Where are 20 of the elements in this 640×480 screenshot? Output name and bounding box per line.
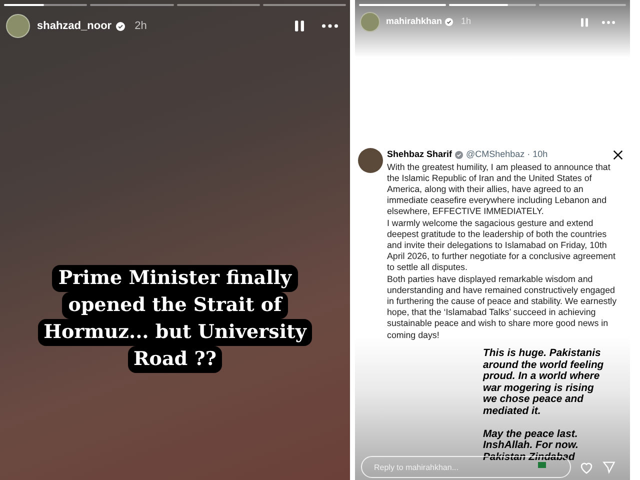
tweet-avatar	[358, 148, 383, 173]
caption-line: Prime Minister finally	[52, 265, 298, 292]
post-time: 2h	[134, 18, 147, 34]
story-caption: This is huge. Pakistanis around the world feeling proud. In a world where war mogering is rising we chose peace and mediated it.	[483, 348, 605, 418]
username[interactable]: shahzad_noor	[37, 18, 112, 34]
send-icon[interactable]	[602, 460, 616, 474]
more-icon[interactable]	[322, 24, 338, 28]
caption-line: Road ??	[128, 346, 222, 373]
tweet-author: Shehbaz Sharif	[387, 148, 452, 161]
pause-icon[interactable]	[295, 20, 304, 32]
avatar[interactable]	[6, 14, 30, 38]
tweet-text: I warmly welcome the sagacious gesture and extend deepest gratitude to the leadership of both the countries and invite their delegations to Islamabad on Friday, 10th April 2026, to further negotiate for a conclusive agreement to settle all disputes.	[387, 218, 616, 274]
tweet-handle: @CMShehbaz · 10h	[466, 148, 548, 161]
tweet-text: With the greatest humility, I am pleased to announce that the Islamic Republic of Iran and the United States of America, along with their allies, have agreed to an immediate ceasefire everywhere including Lebanon and elsewhere, EFFECTIVE IMMEDIATELY.	[387, 162, 612, 218]
tweet-text: Both parties have displayed remarkable wisdom and understanding and have remained constructively engaged in furthering the cause of peace and stability. We earnestly hope, that the ‘Islamabad Talks’ succeed in achieving sustainable peace and wish to share more good news in coming days!	[387, 274, 618, 341]
caption-line: Hormuz... but University	[38, 319, 312, 346]
flag-icon	[538, 462, 546, 468]
x-logo-icon	[613, 150, 623, 160]
post-time: 1h	[461, 15, 472, 28]
caption-line: opened the Strait of	[62, 292, 288, 319]
